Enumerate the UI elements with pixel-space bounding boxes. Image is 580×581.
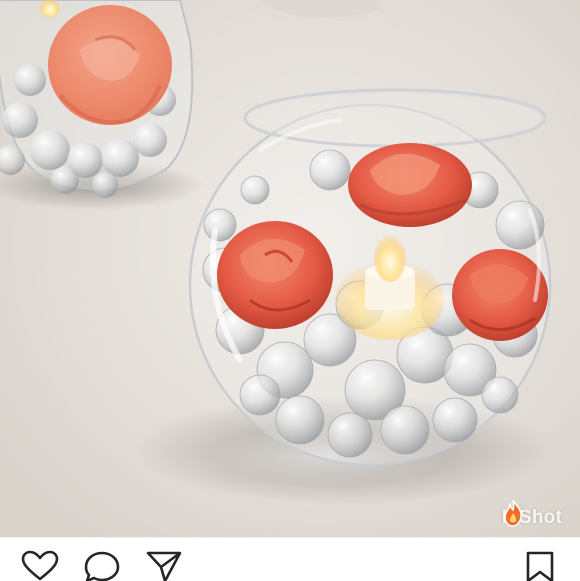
- centerpiece-illustration: [0, 0, 580, 537]
- paper-plane-icon: [146, 551, 182, 581]
- heart-icon: [21, 550, 59, 581]
- save-button[interactable]: [520, 550, 560, 581]
- rose-top: [348, 143, 472, 227]
- share-button[interactable]: [144, 550, 184, 581]
- bookmark-icon: [526, 551, 554, 581]
- comment-button[interactable]: [82, 550, 122, 581]
- back-bowl: [0, 0, 205, 210]
- post-photo[interactable]: InShot: [0, 0, 580, 537]
- like-button[interactable]: [20, 550, 60, 581]
- rose-left: [217, 221, 333, 329]
- rose-right: [452, 249, 548, 341]
- comment-bubble-icon: [84, 551, 120, 581]
- post-action-bar: [0, 537, 580, 581]
- flame-icon: [503, 499, 522, 527]
- back-rose: [48, 5, 172, 125]
- inshot-watermark: InShot: [502, 499, 562, 529]
